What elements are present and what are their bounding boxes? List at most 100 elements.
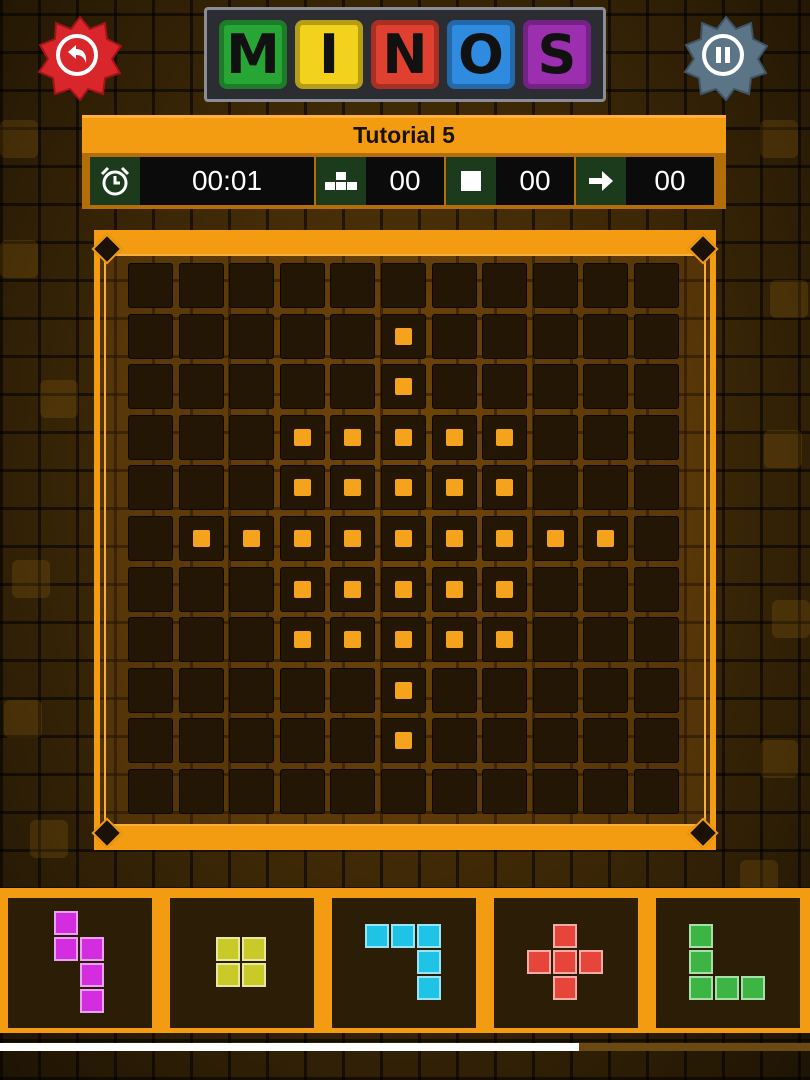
board-cell[interactable]	[533, 769, 578, 814]
board-cell[interactable]	[533, 465, 578, 510]
board-cell[interactable]	[533, 314, 578, 359]
board-cell[interactable]	[634, 769, 679, 814]
board-cell[interactable]	[179, 263, 224, 308]
board-cell[interactable]	[432, 415, 477, 460]
board-cell[interactable]	[583, 314, 628, 359]
board-cell[interactable]	[482, 718, 527, 763]
board-cell[interactable]	[280, 364, 325, 409]
board-cell[interactable]	[179, 668, 224, 713]
board-cell[interactable]	[280, 769, 325, 814]
board-cell[interactable]	[179, 718, 224, 763]
board-cell[interactable]	[482, 263, 527, 308]
board-cell[interactable]	[128, 668, 173, 713]
board-cell[interactable]	[583, 516, 628, 561]
board-cell[interactable]	[381, 617, 426, 662]
board-cell[interactable]	[330, 263, 375, 308]
board-cell[interactable]	[128, 617, 173, 662]
board-cell[interactable]	[533, 516, 578, 561]
board-cell[interactable]	[381, 516, 426, 561]
board-cell[interactable]	[330, 668, 375, 713]
board-cell[interactable]	[128, 516, 173, 561]
board-cell[interactable]	[432, 668, 477, 713]
board-cell[interactable]	[229, 769, 274, 814]
board-cell[interactable]	[128, 769, 173, 814]
board-cell[interactable]	[330, 364, 375, 409]
board-cell[interactable]	[634, 314, 679, 359]
board-cell[interactable]	[533, 718, 578, 763]
board-cell[interactable]	[381, 465, 426, 510]
board-cell[interactable]	[583, 364, 628, 409]
board-cell[interactable]	[229, 617, 274, 662]
board-cell[interactable]	[634, 718, 679, 763]
board-cell[interactable]	[583, 465, 628, 510]
board-cell[interactable]	[280, 718, 325, 763]
board-cell[interactable]	[432, 314, 477, 359]
board-cell[interactable]	[583, 415, 628, 460]
board-cell[interactable]	[229, 465, 274, 510]
board-cell[interactable]	[583, 263, 628, 308]
board-cell[interactable]	[179, 617, 224, 662]
board-cell[interactable]	[533, 617, 578, 662]
board-cell[interactable]	[381, 263, 426, 308]
board-cell[interactable]	[280, 617, 325, 662]
board-cell[interactable]	[179, 567, 224, 612]
board-cell[interactable]	[533, 415, 578, 460]
board-cell[interactable]	[229, 263, 274, 308]
board-cell[interactable]	[381, 364, 426, 409]
board-cell[interactable]	[128, 415, 173, 460]
board-cell[interactable]	[381, 567, 426, 612]
board-cell[interactable]	[280, 314, 325, 359]
board-cell[interactable]	[634, 263, 679, 308]
board-cell[interactable]	[280, 263, 325, 308]
board-cell[interactable]	[179, 415, 224, 460]
board-cell[interactable]	[381, 415, 426, 460]
board-cell[interactable]	[280, 516, 325, 561]
board-cell[interactable]	[128, 465, 173, 510]
pause-button[interactable]	[683, 15, 769, 101]
piece-slot[interactable]	[494, 898, 638, 1028]
board-cell[interactable]	[583, 617, 628, 662]
board-cell[interactable]	[432, 567, 477, 612]
board-cell[interactable]	[482, 668, 527, 713]
piece-slot[interactable]	[656, 898, 800, 1028]
board-cell[interactable]	[381, 718, 426, 763]
board-cell[interactable]	[432, 263, 477, 308]
board-cell[interactable]	[381, 769, 426, 814]
board-cell[interactable]	[533, 263, 578, 308]
board-cell[interactable]	[229, 364, 274, 409]
board-cell[interactable]	[634, 668, 679, 713]
board-cell[interactable]	[432, 718, 477, 763]
board-cell[interactable]	[229, 415, 274, 460]
board-cell[interactable]	[482, 364, 527, 409]
board-cell[interactable]	[583, 769, 628, 814]
board-cell[interactable]	[482, 415, 527, 460]
board-cell[interactable]	[482, 617, 527, 662]
back-button[interactable]	[37, 15, 123, 101]
board-cell[interactable]	[432, 465, 477, 510]
board-cell[interactable]	[280, 415, 325, 460]
board-cell[interactable]	[128, 263, 173, 308]
board-cell[interactable]	[229, 314, 274, 359]
board-cell[interactable]	[482, 516, 527, 561]
board-cell[interactable]	[533, 364, 578, 409]
board-cell[interactable]	[634, 364, 679, 409]
board-cell[interactable]	[432, 516, 477, 561]
board-cell[interactable]	[330, 769, 375, 814]
board-cell[interactable]	[482, 465, 527, 510]
board-cell[interactable]	[533, 668, 578, 713]
board-cell[interactable]	[179, 769, 224, 814]
board-cell[interactable]	[634, 516, 679, 561]
board-cell[interactable]	[128, 364, 173, 409]
board-cell[interactable]	[229, 718, 274, 763]
board-cell[interactable]	[280, 567, 325, 612]
board-cell[interactable]	[128, 567, 173, 612]
board-cell[interactable]	[229, 668, 274, 713]
board-cell[interactable]	[432, 617, 477, 662]
board-cell[interactable]	[634, 465, 679, 510]
board-cell[interactable]	[179, 516, 224, 561]
board-cell[interactable]	[229, 567, 274, 612]
piece-slot[interactable]	[8, 898, 152, 1028]
board-cell[interactable]	[128, 718, 173, 763]
board-cell[interactable]	[330, 516, 375, 561]
board-cell[interactable]	[482, 769, 527, 814]
